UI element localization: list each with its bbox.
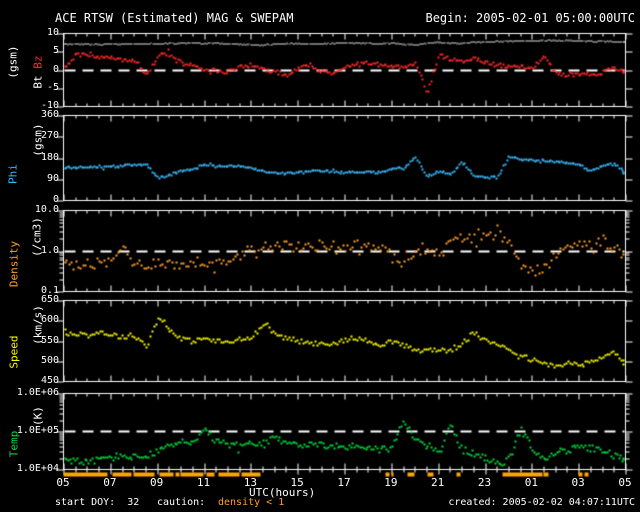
axis-title: (gsm) [31, 123, 45, 157]
y-tick-label: 600 [40, 314, 59, 325]
axis-title-part: Temp [7, 430, 21, 458]
ace-rtsw-plot-window: ACE RTSW (Estimated) MAG & SWEPAM Begin:… [0, 0, 640, 512]
axis-title-part: Phi [6, 164, 20, 184]
x-tick-label: 11 [196, 476, 211, 489]
y-tick-label: 650 [40, 294, 59, 305]
axis-title-part: (km/s) [31, 305, 45, 345]
y-tick-label: 1.0E+06 [16, 387, 59, 398]
axis-title-part: Bt [31, 68, 45, 89]
axis-title-part: Speed [7, 335, 21, 369]
plot-title: ACE RTSW (Estimated) MAG & SWEPAM [55, 11, 294, 25]
axis-title: (km/s) [31, 305, 45, 345]
y-tick-label: 10 [46, 27, 59, 38]
x-tick-label: 07 [103, 476, 117, 489]
x-tick-label: 17 [337, 476, 351, 489]
caution-value: density < 1 [218, 497, 285, 508]
axis-title-part: Bz [31, 55, 45, 69]
y-tick-label: 10.0 [34, 204, 59, 215]
axis-title: (K) [31, 406, 45, 426]
x-tick-label: 19 [384, 476, 398, 489]
x-tick-label: 03 [571, 476, 585, 489]
axis-title: (gsm) [6, 45, 20, 79]
caution-label: caution: [157, 497, 206, 508]
axis-title-part: (gsm) [31, 123, 45, 157]
x-tick-label: 23 [477, 476, 492, 489]
y-tick-label: 180 [40, 152, 59, 163]
x-tick-label: 15 [290, 476, 304, 489]
y-tick-label: 450 [40, 375, 59, 386]
axis-title: Density [7, 240, 21, 288]
created-timestamp: created: 2005-02-02 04:07:11UTC [448, 497, 635, 508]
y-tick-label: 270 [40, 130, 59, 141]
y-tick-label: 360 [40, 109, 59, 120]
axis-title: Phi [6, 164, 20, 184]
x-tick-label: 13 [243, 476, 257, 489]
plot-canvas [0, 0, 640, 512]
axis-title: Temp [7, 430, 21, 458]
begin-timestamp: Begin: 2005-02-01 05:00:00UTC [425, 11, 635, 25]
axis-title-part: (K) [31, 406, 45, 426]
axis-title: Bt Bz [31, 55, 45, 89]
y-tick-label: 1.0E+04 [16, 463, 59, 474]
y-tick-label: -5 [46, 82, 59, 93]
axis-title: (/cm3) [30, 217, 44, 257]
start-doy-label: start DOY: 32 [55, 497, 140, 508]
x-tick-label: 05 [56, 476, 70, 489]
axis-title-part: (gsm) [6, 45, 20, 79]
x-tick-label: 01 [524, 476, 538, 489]
axis-title-part: (/cm3) [30, 217, 44, 257]
x-tick-label: 05 [618, 476, 632, 489]
x-tick-label: 09 [150, 476, 164, 489]
x-tick-label: 21 [431, 476, 445, 489]
axis-title: Speed [7, 335, 21, 369]
axis-title-part: Density [7, 240, 21, 288]
